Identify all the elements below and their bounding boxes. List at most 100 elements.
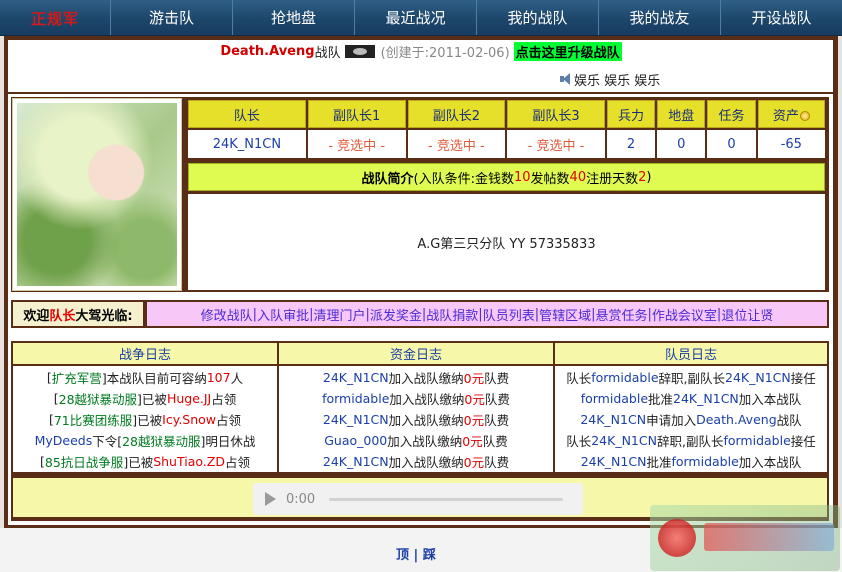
site-logo[interactable]: 正规军 — [0, 0, 110, 36]
member-list-link[interactable]: 队员列表 — [483, 305, 535, 324]
log-row: 24K_N1CN 加入战队缴纳 0元 队费 — [279, 367, 553, 388]
log-text: 人 — [230, 371, 244, 386]
header-vice-captain-1: 副队长1 — [307, 100, 406, 128]
war-room-link[interactable]: 作战会议室 — [652, 305, 717, 324]
log-user-link[interactable]: formidable — [671, 454, 738, 469]
step-link[interactable]: 踩 — [423, 548, 436, 563]
nav-item-create-team[interactable]: 开设战队 — [720, 0, 842, 35]
log-user-link[interactable]: formidable — [322, 391, 389, 406]
log-text: 队费 — [484, 413, 510, 428]
log-text: Icy.Snow — [162, 412, 217, 427]
log-text: 0元 — [463, 455, 485, 470]
log-user-link[interactable]: formidable — [723, 433, 790, 448]
log-text: 0元 — [462, 434, 483, 449]
pirate-flag-icon — [344, 44, 375, 58]
abdicate-link[interactable]: 退位让贤 — [721, 305, 773, 324]
distribute-bonus-link[interactable]: 派发奖金 — [370, 305, 422, 324]
header-vice-captain-2: 副队长2 — [407, 100, 506, 128]
log-text: ]明日休战 — [200, 434, 256, 449]
log-user-link[interactable]: 24K_N1CN — [591, 433, 657, 448]
log-text: 战队 — [776, 413, 802, 428]
log-text: 0元 — [463, 413, 485, 428]
log-text: 加入战队缴纳 — [388, 413, 464, 428]
fund-log-rows: 24K_N1CN 加入战队缴纳 0元 队费 formidable 加入战队缴纳 0元 队费 24… — [279, 366, 553, 472]
log-user-link[interactable]: formidable — [581, 391, 648, 406]
log-row: 队长 formidable 辞职,副队长 24K_N1CN 接任 — [555, 367, 827, 388]
manage-links: 修改战队 | 入队审批 | 清理门户 | 派发奖金 | 战队捐款 | 队员列表 | 管辖区域… — [147, 302, 827, 326]
log-text: 接任 — [790, 434, 816, 449]
log-user-link[interactable]: 24K_N1CN — [580, 412, 646, 427]
team-info-section: 队长 副队长1 副队长2 副队长3 兵力 地盘 任务 资产 24K_N1CN -… — [11, 97, 829, 292]
value-troops: 2 — [606, 130, 656, 158]
nav-item-my-team[interactable]: 我的战队 — [476, 0, 598, 35]
clean-members-link[interactable]: 清理门户 — [313, 305, 365, 324]
donate-link[interactable]: 战队捐款 — [426, 305, 478, 324]
edit-team-link[interactable]: 修改战队 — [201, 305, 253, 324]
member-log-rows: 队长 formidable 辞职,副队长 24K_N1CN 接任 formidable 批准… — [555, 366, 827, 472]
log-row: Guao_000 加入战队缴纳 0元 队费 — [279, 430, 553, 451]
log-text: 107 — [206, 370, 231, 385]
log-text: 队长 — [566, 434, 592, 449]
team-name[interactable]: Death.Aveng — [220, 44, 314, 59]
log-text: 扩充军营 — [51, 371, 102, 386]
header-tasks: 任务 — [707, 100, 756, 128]
manage-bar: 欢迎 队长 大驾光临: 修改战队 | 入队审批 | 清理门户 | 派发奖金 | 战队捐款 | … — [11, 300, 829, 328]
log-user-link[interactable]: 24K_N1CN — [725, 370, 791, 385]
log-text: 28越狱暴动服 — [58, 392, 138, 407]
join-approval-link[interactable]: 入队审批 — [257, 305, 309, 324]
avatar-image — [17, 103, 177, 286]
audio-progress-track[interactable] — [329, 497, 563, 501]
log-user-link[interactable]: formidable — [591, 370, 658, 385]
nav-item-guerrilla[interactable]: 游击队 — [110, 0, 232, 35]
welcome-label: 欢迎 队长 大驾光临: — [13, 302, 143, 326]
log-user-link[interactable]: 24K_N1CN — [673, 391, 739, 406]
territory-link[interactable]: 管辖区域 — [539, 305, 591, 324]
log-text: 71比赛团练服 — [53, 413, 133, 428]
log-text: 队长 — [566, 371, 592, 386]
nav-item-territory[interactable]: 抢地盘 — [232, 0, 354, 35]
header-assets: 资产 — [757, 100, 825, 128]
value-vice-captain-1[interactable]: - 竞选中 - — [307, 130, 406, 158]
speaker-icon[interactable] — [560, 73, 572, 85]
log-user-link[interactable]: 24K_N1CN — [323, 454, 389, 469]
audio-player[interactable]: 0:00 — [253, 483, 583, 515]
log-text: 队费 — [484, 371, 510, 386]
log-row: [扩充军营]本战队目前可容纳 107 人 — [13, 367, 277, 388]
war-log-rows: [扩充军营]本战队目前可容纳 107 人[28越狱暴动服]已被 Huge.JJ 占领[7… — [13, 366, 277, 472]
bounty-link[interactable]: 悬赏任务 — [596, 305, 648, 324]
log-user-link[interactable]: Death.Aveng — [696, 412, 777, 427]
music-label: 娱乐 娱乐 娱乐 — [574, 73, 661, 89]
log-user-link[interactable]: MyDeeds — [35, 433, 93, 448]
value-captain[interactable]: 24K_N1CN — [188, 130, 306, 158]
log-text: ShuTiao.ZD — [153, 454, 225, 469]
log-row: [85抗日战争服]已被 ShuTiao.ZD 占领 — [13, 451, 277, 472]
log-row: 24K_N1CN 加入战队缴纳 0元 队费 — [279, 409, 553, 430]
log-text: 0元 — [463, 371, 485, 386]
play-icon[interactable] — [265, 492, 276, 506]
upgrade-team-link[interactable]: 点击这里升级战队 — [513, 41, 622, 61]
top-link[interactable]: 顶 — [396, 548, 409, 563]
log-text: 加入战队缴纳 — [388, 371, 464, 386]
log-row: [71比赛团练服]已被 Icy.Snow 占领 — [13, 409, 277, 430]
log-user-link[interactable]: 24K_N1CN — [581, 454, 647, 469]
log-row: MyDeeds 下令[28越狱暴动服]明日休战 — [13, 430, 277, 451]
log-text: 加入本战队 — [738, 455, 802, 470]
log-text: 下令[ — [92, 434, 123, 449]
value-vice-captain-3[interactable]: - 竞选中 - — [507, 130, 605, 158]
nav-item-recent-battles[interactable]: 最近战况 — [354, 0, 476, 35]
background-music[interactable]: 娱乐 娱乐 娱乐 — [560, 70, 661, 89]
value-vice-captain-2[interactable]: - 竞选中 - — [407, 130, 506, 158]
log-text: ]已被 — [132, 413, 163, 428]
team-intro-header: 战队简介 (入队条件:金钱数 10 发帖数 40 注册天数 2) — [188, 163, 825, 191]
log-user-link[interactable]: 24K_N1CN — [323, 412, 389, 427]
log-user-link[interactable]: 24K_N1CN — [323, 370, 389, 385]
log-user-link[interactable]: Guao_000 — [324, 433, 387, 448]
team-stats-table: 队长 副队长1 副队长2 副队长3 兵力 地盘 任务 资产 24K_N1CN -… — [186, 98, 827, 160]
nav-items: 游击队 抢地盘 最近战况 我的战队 我的战友 开设战队 — [110, 0, 842, 35]
log-text: 0元 — [464, 392, 485, 407]
footer-links: 顶 | 踩 — [396, 544, 436, 563]
log-row: 队长 24K_N1CN 辞职,副队长 formidable 接任 — [555, 430, 827, 451]
value-assets: -65 — [757, 130, 825, 158]
log-row: [28越狱暴动服]已被 Huge.JJ 占领 — [13, 388, 277, 409]
nav-item-my-comrades[interactable]: 我的战友 — [598, 0, 720, 35]
